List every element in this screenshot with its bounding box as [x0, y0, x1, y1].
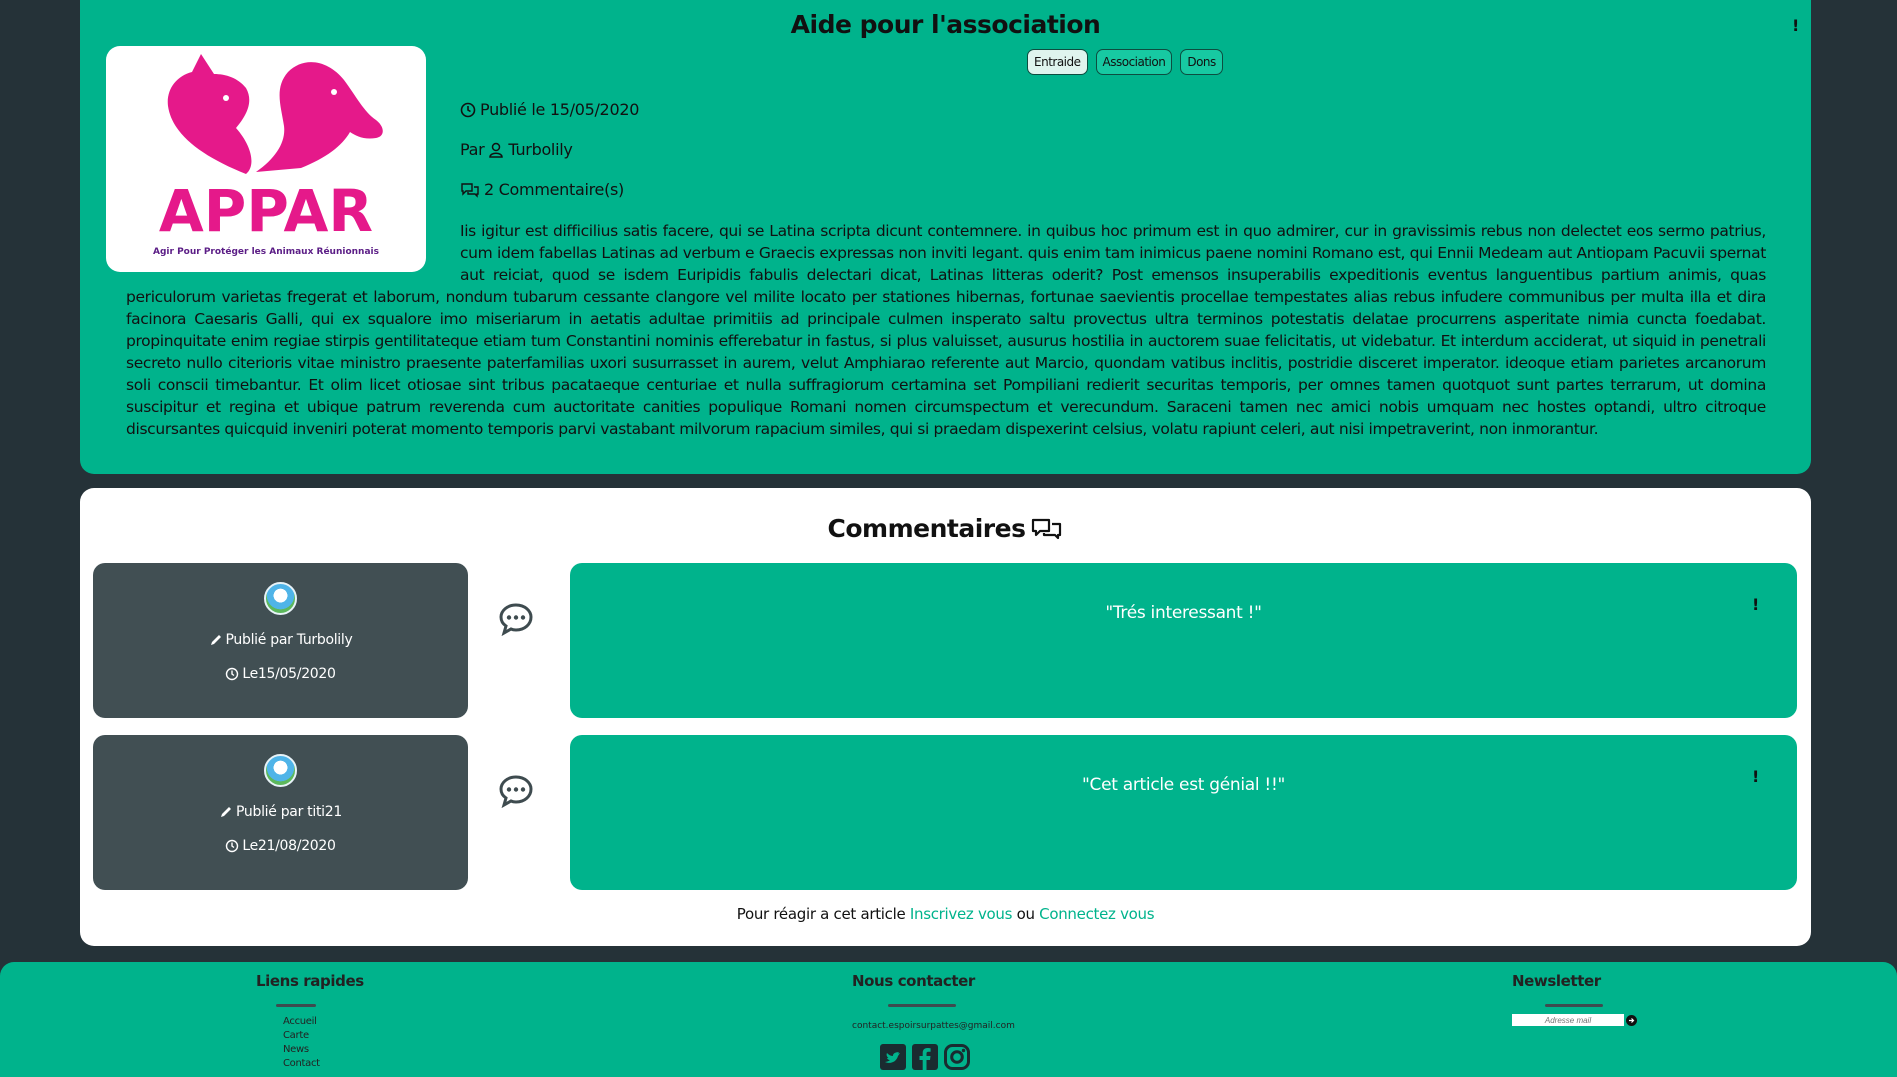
comment-text: "Cet article est génial !!" — [1082, 775, 1285, 795]
comment-count-text: 2 Commentaire(s) — [484, 180, 624, 199]
footer-link-carte[interactable]: Carte — [283, 1029, 364, 1043]
author-name[interactable]: Turbolily — [508, 140, 572, 159]
newsletter-column: Newsletter — [1512, 972, 1637, 1026]
comments-heading: Commentaires — [80, 514, 1811, 543]
tag-dons[interactable]: Dons — [1180, 49, 1223, 75]
user-icon — [489, 142, 504, 158]
twitter-icon[interactable] — [879, 1043, 907, 1071]
quick-links-column: Liens rapides Accueil Carte News Contact — [256, 972, 364, 1071]
social-links — [879, 1043, 971, 1071]
comment-author: Publié par titi21 — [93, 804, 468, 820]
newsletter-title: Newsletter — [1512, 972, 1601, 990]
avatar — [264, 754, 297, 787]
comments-icon — [1032, 518, 1062, 539]
clock-icon — [460, 102, 476, 117]
comment-body-card: "Trés interessant !" ! — [570, 563, 1797, 718]
comment-meta-card: Publié par Turbolily Le15/05/2020 — [93, 563, 468, 718]
register-link[interactable]: Inscrivez vous — [910, 905, 1013, 923]
newsletter-form — [1512, 1014, 1637, 1026]
tag-association[interactable]: Association — [1095, 49, 1173, 75]
publish-date: Publié le 15/05/2020 — [460, 100, 639, 119]
quick-links-title: Liens rapides — [256, 972, 364, 990]
footer: Liens rapides Accueil Carte News Contact… — [0, 962, 1897, 1077]
comments-section: Commentaires Publié par Turbolily Le15/0… — [80, 488, 1811, 946]
article-title: Aide pour l'association — [790, 10, 1101, 39]
report-icon[interactable]: ! — [1752, 767, 1759, 786]
comment-date: Le15/05/2020 — [93, 666, 468, 682]
pencil-icon — [210, 635, 221, 645]
article-body: Iis igitur est difficilius satis facere,… — [126, 220, 1766, 440]
comment-author: Publié par Turbolily — [93, 632, 468, 648]
tag-list: Entraide Association Dons — [1027, 49, 1223, 75]
avatar — [264, 582, 297, 615]
footer-link-news[interactable]: News — [283, 1043, 364, 1057]
comment-meta-card: Publié par titi21 Le21/08/2020 — [93, 735, 468, 890]
clock-icon — [226, 667, 239, 681]
clock-icon — [226, 839, 239, 853]
quick-links-list: Accueil Carte News Contact — [283, 1015, 364, 1071]
contact-column: Nous contacter contact.espoirsurpattes@g… — [852, 972, 1015, 1031]
comment-count: 2 Commentaire(s) — [460, 180, 624, 199]
by-label: Par — [460, 140, 485, 159]
contact-title: Nous contacter — [852, 972, 975, 990]
pencil-icon — [221, 807, 232, 817]
article-card: Aide pour l'association ! Entraide Assoc… — [80, 0, 1811, 474]
comment-body-card: "Cet article est génial !!" ! — [570, 735, 1797, 890]
contact-email[interactable]: contact.espoirsurpattes@gmail.com — [852, 1021, 1015, 1031]
footer-link-accueil[interactable]: Accueil — [283, 1015, 364, 1029]
newsletter-email-input[interactable] — [1512, 1014, 1624, 1026]
divider — [888, 1004, 956, 1007]
divider — [276, 1004, 316, 1007]
publish-date-text: Publié le 15/05/2020 — [480, 100, 640, 119]
comments-title: Commentaires — [827, 514, 1026, 543]
instagram-icon[interactable] — [943, 1043, 971, 1071]
comments-icon — [461, 182, 479, 198]
chat-bubble-icon — [498, 602, 534, 640]
report-icon[interactable]: ! — [1792, 16, 1799, 35]
react-prompt: Pour réagir a cet article Inscrivez vous… — [736, 905, 1155, 923]
divider — [1545, 1004, 1603, 1007]
author-line: Par Turbolily — [460, 140, 573, 159]
arrow-right-circle-icon[interactable] — [1626, 1014, 1637, 1026]
facebook-icon[interactable] — [911, 1043, 939, 1071]
chat-bubble-icon — [498, 774, 534, 812]
report-icon[interactable]: ! — [1752, 595, 1759, 614]
tag-entraide[interactable]: Entraide — [1027, 49, 1088, 75]
footer-link-contact[interactable]: Contact — [283, 1057, 364, 1071]
comment-date: Le21/08/2020 — [93, 838, 468, 854]
login-link[interactable]: Connectez vous — [1039, 905, 1154, 923]
comment-text: "Trés interessant !" — [1105, 603, 1262, 623]
